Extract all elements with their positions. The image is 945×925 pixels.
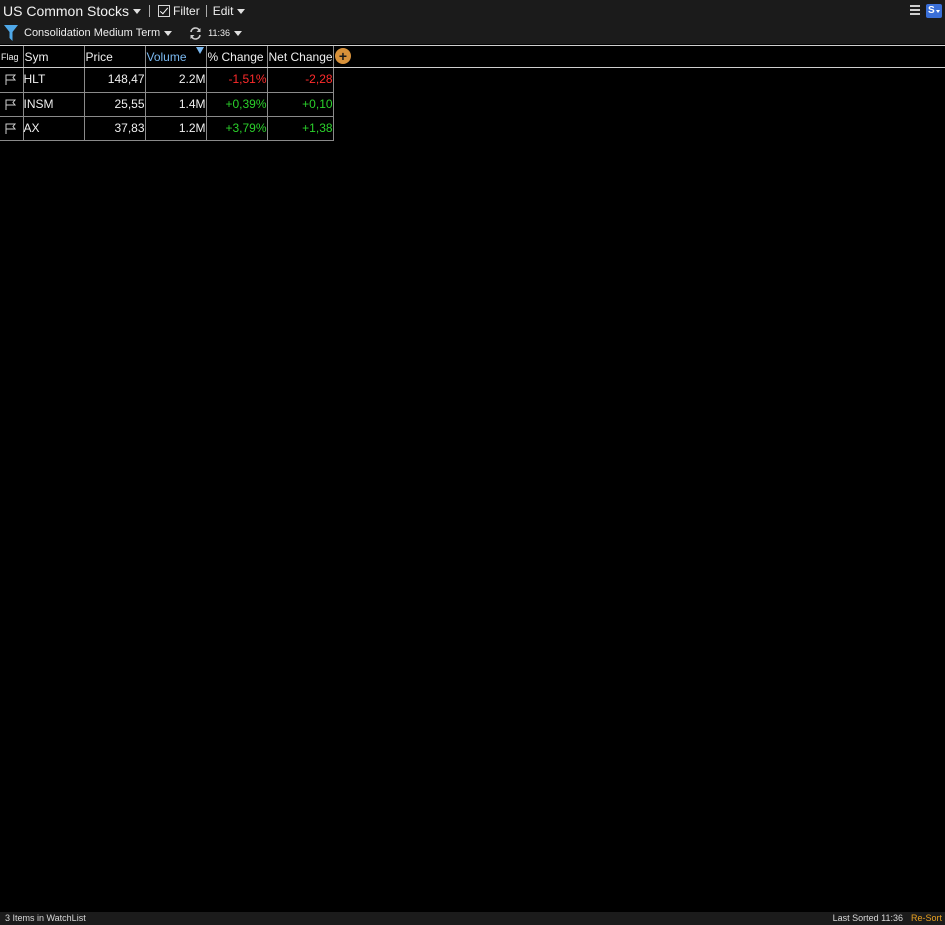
status-bar: 3 Items in WatchList Last Sorted 11:36 Re… (0, 912, 945, 925)
refresh-time-selector[interactable]: 11:36 (208, 28, 242, 38)
chevron-down-icon (164, 30, 173, 36)
flag-icon[interactable] (5, 74, 17, 85)
toolbar-row-2: Consolidation Medium Term 11:36 (0, 22, 945, 44)
watchlist-window: US Common Stocks Filter Edit S Consolida… (0, 0, 945, 925)
price-cell[interactable]: 37,83 (84, 116, 146, 141)
sort-descending-icon (195, 47, 204, 54)
edit-label: Edit (212, 4, 234, 18)
column-header-volume[interactable]: Volume (145, 46, 207, 67)
refresh-time: 11:36 (208, 28, 230, 38)
net-change-cell[interactable]: -2,28 (267, 67, 334, 93)
sym-cell[interactable]: AX (23, 116, 85, 141)
net-change-cell[interactable]: +0,10 (267, 92, 334, 117)
price-cell[interactable]: 148,47 (84, 67, 146, 93)
net-change-cell[interactable]: +1,38 (267, 116, 334, 141)
divider (149, 5, 151, 17)
add-column-icon[interactable]: + (335, 48, 351, 64)
symbol-link-icon[interactable]: S (926, 4, 942, 18)
table-row[interactable]: HLT 148,47 2.2M -1,51% -2,28 (0, 67, 334, 93)
scan-preset-selector[interactable]: Consolidation Medium Term (24, 27, 173, 39)
divider (205, 5, 207, 17)
table-header-row: Flag Sym Price Volume % Change Net Chang… (0, 46, 334, 67)
price-cell[interactable]: 25,55 (84, 92, 146, 117)
scan-preset-label: Consolidation Medium Term (24, 27, 161, 39)
flag-cell[interactable] (0, 67, 24, 93)
chevron-down-icon (237, 8, 246, 14)
column-header-pct-change[interactable]: % Change (206, 46, 268, 67)
volume-cell[interactable]: 1.4M (145, 92, 207, 117)
flag-cell[interactable] (0, 92, 24, 117)
chevron-down-icon (133, 8, 142, 14)
list-title: US Common Stocks (3, 3, 130, 19)
hamburger-menu-icon[interactable] (910, 5, 920, 16)
flag-cell[interactable] (0, 116, 24, 141)
sym-cell[interactable]: INSM (23, 92, 85, 117)
column-header-sym[interactable]: Sym (23, 46, 85, 67)
items-count: 3 Items in WatchList (5, 913, 86, 923)
edit-menu[interactable]: Edit (213, 4, 246, 18)
last-sorted-label: Last Sorted 11:36 (832, 913, 903, 923)
pct-change-cell[interactable]: -1,51% (206, 67, 268, 93)
watchlist-table: Flag Sym Price Volume % Change Net Chang… (0, 46, 334, 141)
flag-icon[interactable] (5, 123, 17, 134)
volume-cell[interactable]: 2.2M (145, 67, 207, 93)
table-row[interactable]: AX 37,83 1.2M +3,79% +1,38 (0, 116, 334, 141)
funnel-icon (4, 25, 18, 41)
list-selector[interactable]: US Common Stocks (3, 3, 142, 19)
filter-checkbox[interactable] (158, 5, 171, 17)
filter-label: Filter (173, 4, 200, 18)
sort-status: Last Sorted 11:36 Re-Sort (833, 912, 942, 925)
column-header-volume-label: Volume (146, 49, 187, 64)
divider (0, 67, 945, 68)
flag-icon[interactable] (5, 99, 17, 110)
sym-cell[interactable]: HLT (23, 67, 85, 93)
column-header-price[interactable]: Price (84, 46, 146, 67)
resort-link[interactable]: Re-Sort (911, 913, 942, 923)
chevron-down-icon (234, 30, 242, 36)
toolbar: US Common Stocks Filter Edit S Consolida… (0, 0, 945, 44)
refresh-icon[interactable] (189, 26, 202, 40)
column-header-net-change[interactable]: Net Change (267, 46, 334, 67)
volume-cell[interactable]: 1.2M (145, 116, 207, 141)
toolbar-row-1: US Common Stocks Filter Edit S (0, 0, 945, 22)
column-header-flag[interactable]: Flag (0, 46, 24, 67)
pct-change-cell[interactable]: +3,79% (206, 116, 268, 141)
pct-change-cell[interactable]: +0,39% (206, 92, 268, 117)
table-row[interactable]: INSM 25,55 1.4M +0,39% +0,10 (0, 92, 334, 117)
